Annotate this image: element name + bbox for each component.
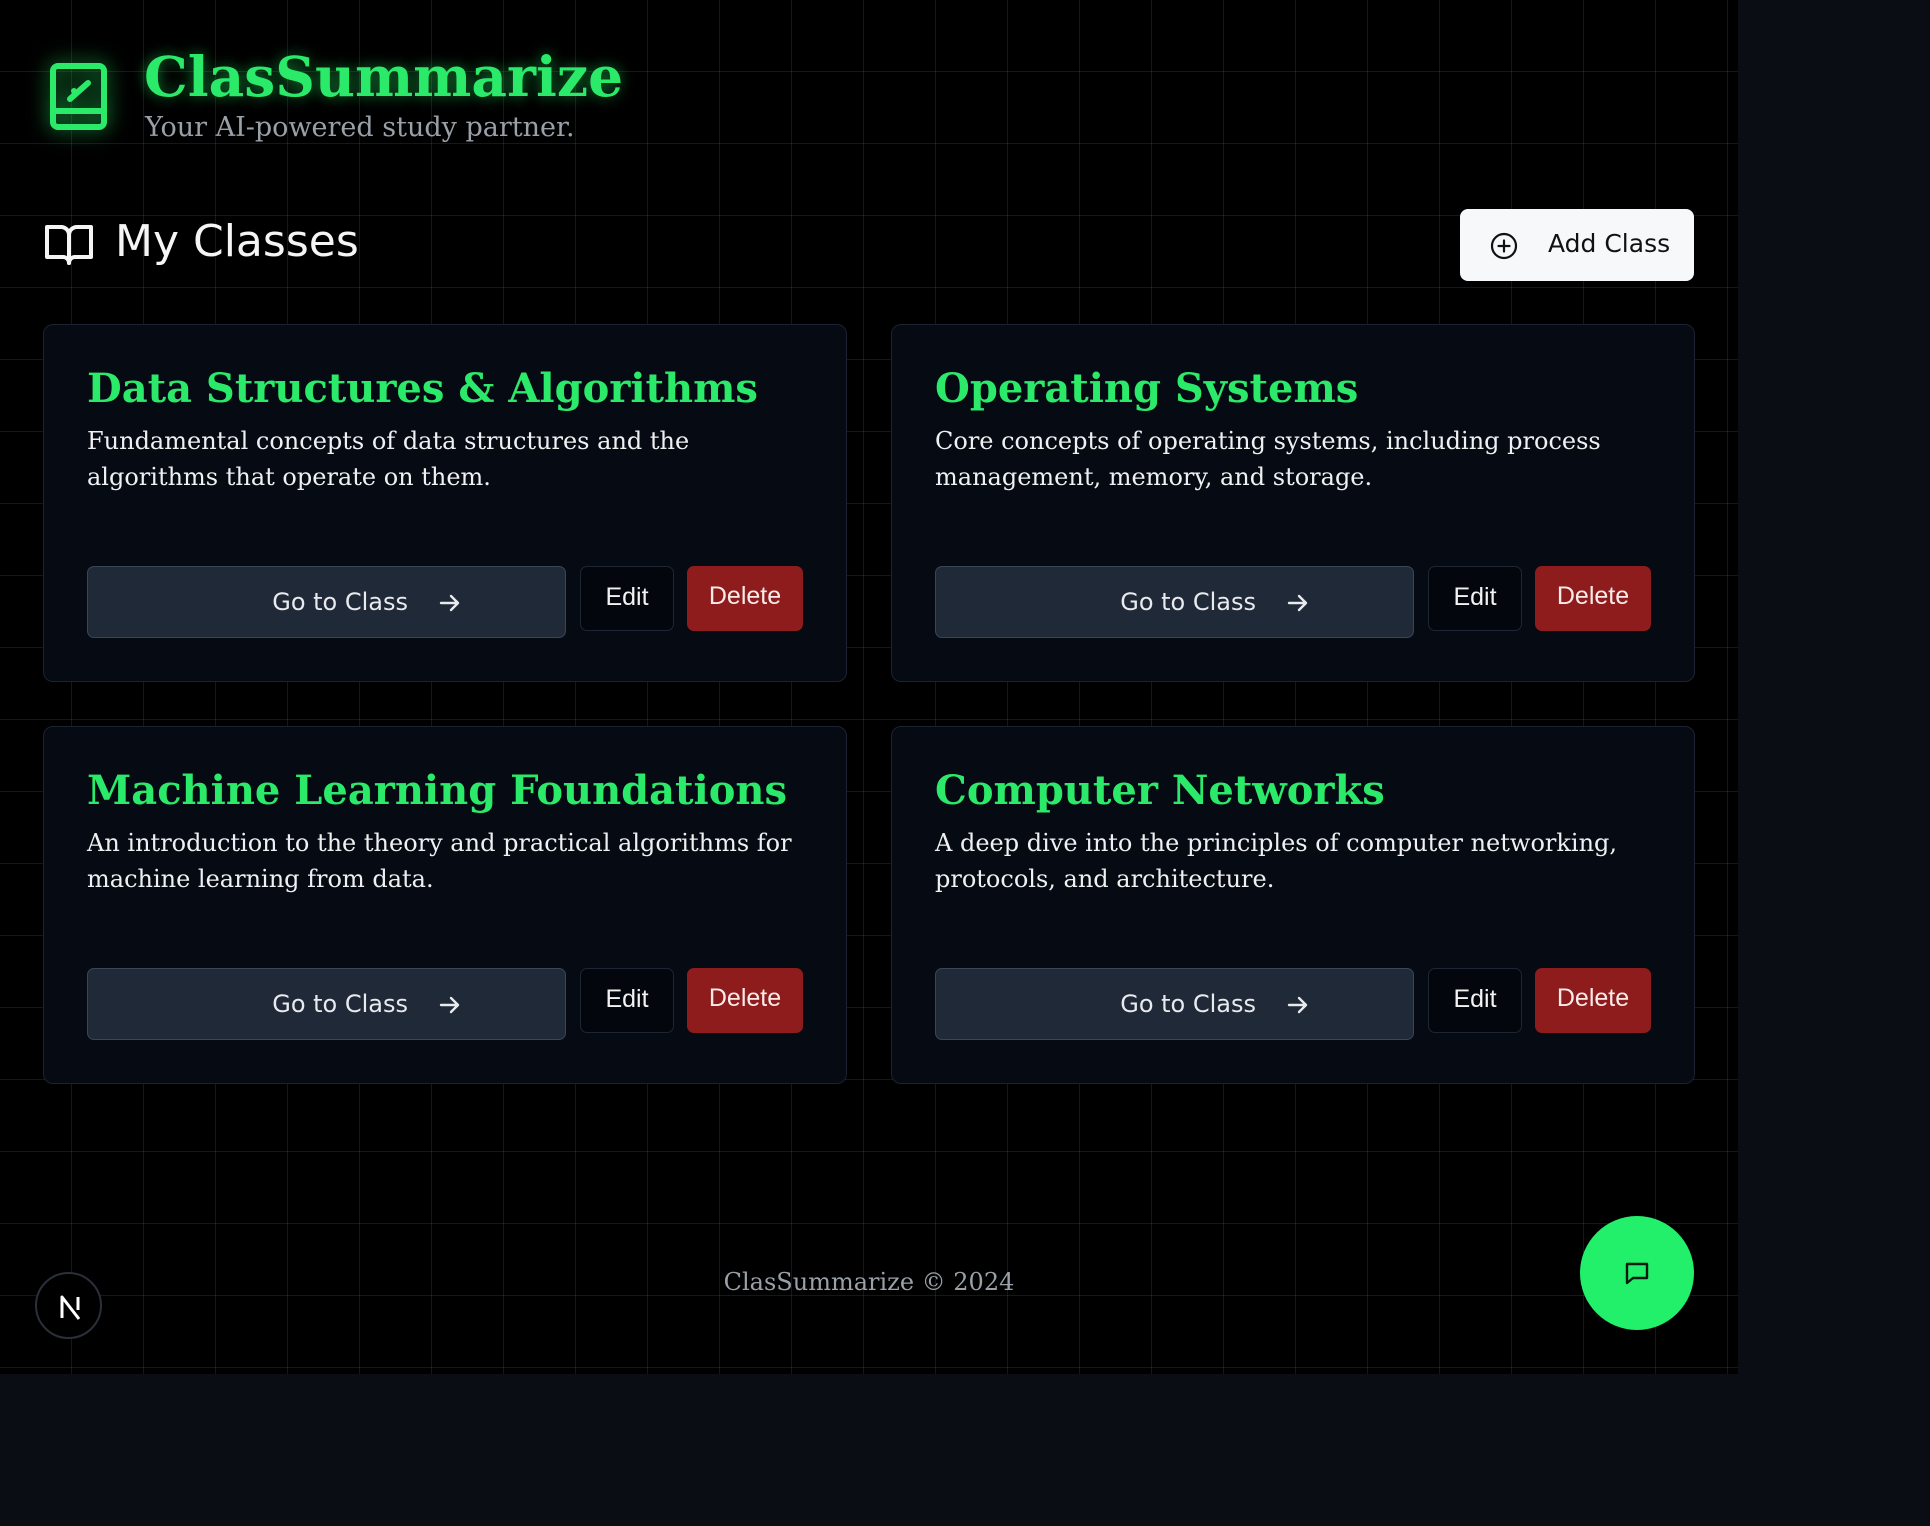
arrow-right-icon bbox=[1287, 594, 1308, 612]
go-to-class-label: Go to Class bbox=[1120, 588, 1256, 616]
class-title: Data Structures & Algorithms bbox=[87, 365, 758, 412]
class-card: Machine Learning Foundations An introduc… bbox=[43, 726, 847, 1084]
class-description: Fundamental concepts of data structures … bbox=[87, 427, 690, 491]
app-root: ClasSummarize Your AI-powered study part… bbox=[0, 0, 1738, 1374]
delete-label: Delete bbox=[708, 984, 782, 1012]
edit-label: Edit bbox=[1453, 985, 1497, 1013]
add-class-label: Add Class bbox=[1548, 229, 1671, 258]
arrow-right-icon bbox=[1287, 996, 1308, 1014]
go-to-class-button[interactable]: Go to Class bbox=[935, 968, 1414, 1040]
book-sparkle-icon bbox=[50, 63, 107, 130]
footer-copyright: ClasSummarize © 2024 bbox=[723, 1268, 1015, 1296]
class-description: A deep dive into the principles of compu… bbox=[935, 829, 1618, 893]
go-to-class-button[interactable]: Go to Class bbox=[935, 566, 1414, 638]
delete-label: Delete bbox=[708, 582, 782, 610]
add-class-button[interactable]: Add Class bbox=[1460, 209, 1694, 281]
edit-label: Edit bbox=[605, 985, 649, 1013]
class-card: Data Structures & Algorithms Fundamental… bbox=[43, 324, 847, 682]
delete-label: Delete bbox=[1556, 984, 1630, 1012]
class-card: Operating Systems Core concepts of opera… bbox=[891, 324, 1695, 682]
edit-class-button[interactable]: Edit bbox=[580, 566, 674, 631]
edit-label: Edit bbox=[605, 583, 649, 611]
arrow-right-icon bbox=[439, 996, 460, 1014]
go-to-class-label: Go to Class bbox=[272, 990, 408, 1018]
chat-bubble-icon bbox=[1625, 1262, 1649, 1285]
nextjs-dev-badge[interactable] bbox=[35, 1272, 102, 1339]
app-title: ClasSummarize bbox=[144, 44, 624, 109]
go-to-class-label: Go to Class bbox=[272, 588, 408, 616]
section-title: My Classes bbox=[115, 216, 359, 267]
open-book-icon bbox=[45, 225, 93, 265]
go-to-class-button[interactable]: Go to Class bbox=[87, 968, 566, 1040]
class-title: Computer Networks bbox=[935, 767, 1385, 814]
class-card: Computer Networks A deep dive into the p… bbox=[891, 726, 1695, 1084]
edit-class-button[interactable]: Edit bbox=[1428, 968, 1522, 1033]
edit-class-button[interactable]: Edit bbox=[1428, 566, 1522, 631]
class-description: An introduction to the theory and practi… bbox=[87, 829, 792, 893]
edit-class-button[interactable]: Edit bbox=[580, 968, 674, 1033]
edit-label: Edit bbox=[1453, 583, 1497, 611]
chat-fab-button[interactable] bbox=[1580, 1216, 1694, 1330]
delete-class-button[interactable]: Delete bbox=[1535, 968, 1651, 1033]
delete-label: Delete bbox=[1556, 582, 1630, 610]
app-subtitle: Your AI-powered study partner. bbox=[145, 112, 575, 143]
plus-circle-icon bbox=[1490, 232, 1518, 260]
delete-class-button[interactable]: Delete bbox=[1535, 566, 1651, 631]
delete-class-button[interactable]: Delete bbox=[687, 566, 803, 631]
go-to-class-button[interactable]: Go to Class bbox=[87, 566, 566, 638]
class-title: Machine Learning Foundations bbox=[87, 767, 787, 814]
class-description: Core concepts of operating systems, incl… bbox=[935, 427, 1601, 491]
class-title: Operating Systems bbox=[935, 365, 1359, 412]
delete-class-button[interactable]: Delete bbox=[687, 968, 803, 1033]
go-to-class-label: Go to Class bbox=[1120, 990, 1256, 1018]
arrow-right-icon bbox=[439, 594, 460, 612]
n-logo-icon bbox=[60, 1295, 81, 1320]
